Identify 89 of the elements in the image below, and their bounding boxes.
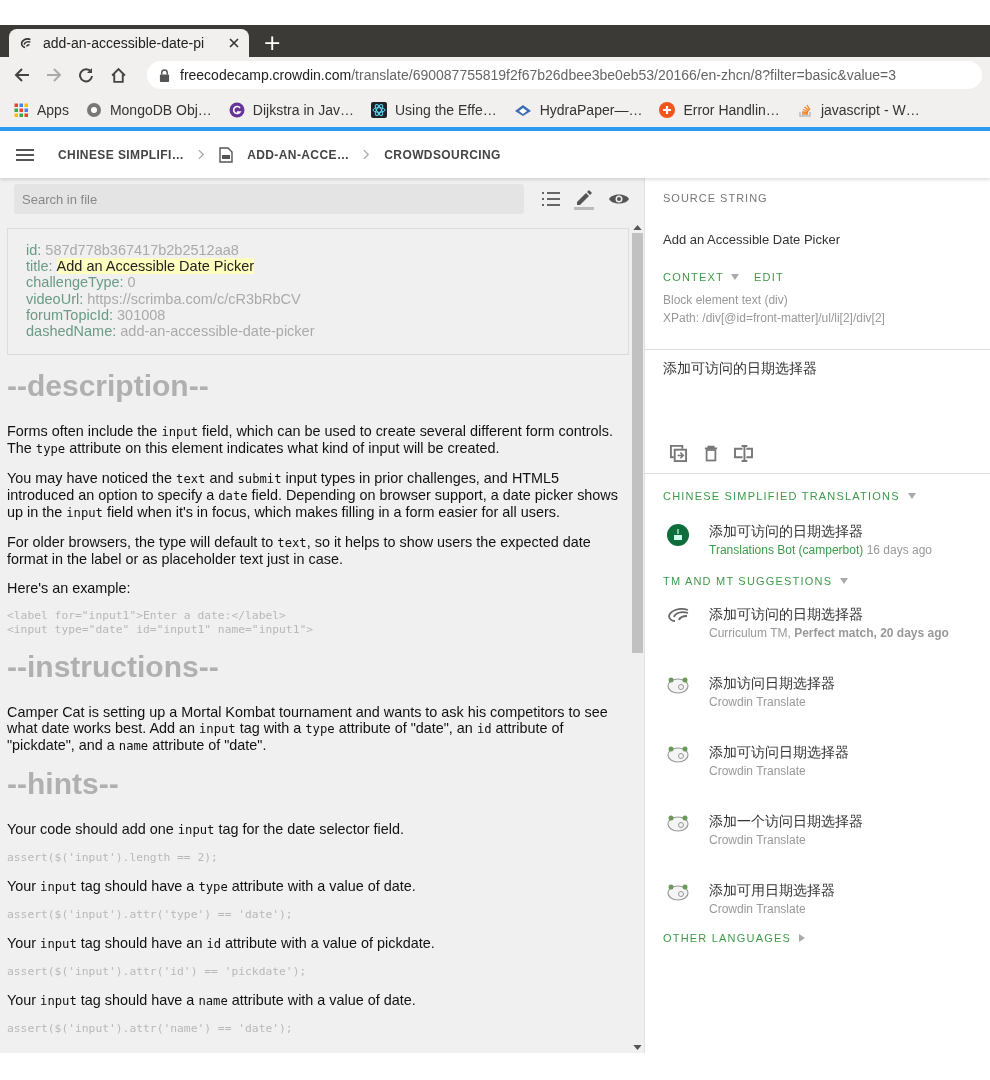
new-tab-button[interactable]: + — [257, 29, 288, 57]
file-icon — [219, 146, 234, 163]
eye-icon[interactable] — [608, 192, 630, 206]
suggestion-text[interactable]: 添加可访问日期选择器 — [709, 743, 849, 761]
section-heading: --description-- — [7, 369, 210, 404]
scrollbar-thumb[interactable] — [631, 233, 643, 653]
back-arrow-icon[interactable] — [14, 67, 30, 83]
panda-face-icon — [667, 676, 689, 694]
split-icon[interactable] — [734, 445, 753, 462]
section-heading: --hints-- — [7, 767, 120, 802]
breadcrumb-link[interactable]: CHINESE SIMPLIFI… — [58, 147, 185, 162]
context-line: Block element text (div) — [663, 292, 789, 309]
list-icon[interactable] — [542, 192, 560, 206]
paragraph: Forms often include the input field, which can be used to create several different form controls. The type attribute on this element indicates what kind of input will be created. — [7, 423, 614, 458]
breadcrumb-link[interactable]: CROWDSOURCING — [384, 147, 501, 162]
paragraph: Your input tag should have a type attribute with a value of date. — [7, 878, 417, 896]
translation-text[interactable]: 添加可访问的日期选择器 — [709, 522, 933, 540]
search-field[interactable]: Search in file — [14, 184, 524, 214]
lock-icon — [159, 68, 170, 82]
front-matter-line: forumTopicId: 301008 — [26, 306, 166, 323]
atom-icon — [371, 102, 387, 118]
suggestion-source: Crowdin Translate — [709, 902, 807, 916]
front-matter-line: videoUrl: https://scrimba.com/c/cR3bRbCV — [26, 290, 302, 307]
bookmark[interactable]: Dijkstra in Jav… — [228, 102, 354, 118]
cube-icon — [513, 103, 532, 117]
suggestion-source: Crowdin Translate — [709, 833, 807, 847]
bookmark[interactable]: HydraPaper—… — [513, 102, 643, 118]
suggestion-text[interactable]: 添加可访问的日期选择器 — [709, 605, 949, 623]
stack-icon — [796, 102, 813, 118]
trash-icon[interactable] — [704, 445, 718, 462]
suggestion-source: Crowdin Translate — [709, 764, 807, 778]
paragraph: Here's an example: — [7, 580, 132, 597]
plus-circle-icon — [659, 102, 676, 118]
close-icon[interactable] — [229, 38, 239, 48]
pencil-icon[interactable] — [574, 188, 594, 210]
panda-face-icon — [667, 883, 689, 901]
bookmark[interactable]: Error Handlin… — [659, 102, 780, 118]
bookmark[interactable]: javascript - W… — [796, 102, 920, 118]
paragraph: Your code should add one input tag for the date selector field. — [7, 821, 405, 839]
browser-tab[interactable]: add-an-accessible-date-pi — [9, 29, 249, 57]
crowdin-logo-icon — [19, 36, 33, 50]
avatar-icon — [667, 524, 689, 546]
suggestion-source: Curriculum TM, Perfect match, 20 days ago — [709, 626, 949, 640]
section-label: TM AND MT SUGGESTIONS — [663, 575, 833, 587]
author-name[interactable]: Translations Bot (camperbot) — [709, 543, 864, 557]
section-label: SOURCE STRING — [663, 192, 769, 204]
home-icon[interactable] — [110, 66, 127, 84]
edit-link[interactable]: EDIT — [753, 271, 784, 283]
scroll-up-icon[interactable] — [632, 225, 642, 230]
apps-grid-icon — [14, 102, 29, 118]
chevron-right-icon — [363, 149, 371, 160]
bookmark[interactable]: Apps — [14, 102, 69, 118]
context-line: XPath: /div[@id=front-matter]/ul/li[2]/div[2] — [663, 310, 886, 327]
source-text: Add an Accessible Date Picker — [663, 232, 842, 247]
front-matter-line: challengeType: 0 — [26, 274, 137, 291]
bookmark[interactable]: Using the Effe… — [371, 102, 497, 118]
paragraph: Camper Cat is setting up a Mortal Kombat tournament and wants to ask his competitors to see what date works best. Add an input tag with a type attribute of "date", an id attribute of "pickdate", and a name attribute of "date". — [7, 704, 609, 755]
swoosh-logo-icon — [667, 607, 689, 623]
circle-icon — [228, 102, 245, 118]
suggestion-source: Crowdin Translate — [709, 695, 807, 709]
bookmark[interactable]: MongoDB Obj… — [85, 102, 212, 118]
other-languages-toggle[interactable]: OTHER LANGUAGES — [663, 932, 792, 944]
chevron-right-icon — [198, 149, 206, 160]
section-label: CHINESE SIMPLIFIED TRANSLATIONS — [663, 490, 900, 502]
circle-icon — [85, 102, 102, 118]
front-matter-line: dashedName: add-an-accessible-date-picker — [26, 323, 316, 340]
scroll-down-icon[interactable] — [632, 1045, 642, 1050]
suggestion-text[interactable]: 添加可用日期选择器 — [709, 881, 835, 899]
paragraph: You may have noticed the text and submit input types in prior challenges, and HTML5 introduced an option to specify a date field. Depending on browser support, a date picker shows up in the input field when it's in focus, which makes filling in a form easier for all users. — [7, 470, 619, 522]
section-heading: --instructions-- — [7, 650, 220, 685]
tab-title: add-an-accessible-date-pi — [43, 35, 206, 51]
scrollbar[interactable] — [630, 222, 644, 1053]
copy-icon[interactable] — [669, 444, 688, 463]
address-bar[interactable]: freecodecamp.crowdin.com/translate/690087755819f2f67b26dbee3be0eb53/20166/en-zhcn/8?filter=basic&value=3 — [147, 61, 982, 89]
paragraph: Your input tag should have a name attribute with a value of date. — [7, 992, 417, 1010]
paragraph: For older browsers, the type will default to text, so it helps to show users the expected date format in the label or as placeholder text just in case. — [7, 534, 592, 568]
timestamp: 16 days ago — [866, 543, 933, 557]
menu-icon[interactable] — [16, 148, 34, 161]
reload-icon[interactable] — [78, 67, 94, 83]
breadcrumb-link[interactable]: ADD-AN-ACCE… — [247, 147, 350, 162]
context-toggle[interactable]: CONTEXT — [663, 271, 724, 283]
panda-face-icon — [667, 745, 689, 763]
suggestion-text[interactable]: 添加访问日期选择器 — [709, 674, 835, 692]
front-matter-line: id: 587d778b367417b2b2512aa8 — [26, 242, 240, 259]
front-matter-line: title: Add an Accessible Date Picker — [26, 258, 256, 275]
paragraph: Your input tag should have an id attribute with a value of pickdate. — [7, 935, 436, 953]
code-text: assert($('input').length == 2); — [7, 851, 219, 866]
panda-face-icon — [667, 814, 689, 832]
suggestion-text[interactable]: 添加一个访问日期选择器 — [709, 812, 863, 830]
